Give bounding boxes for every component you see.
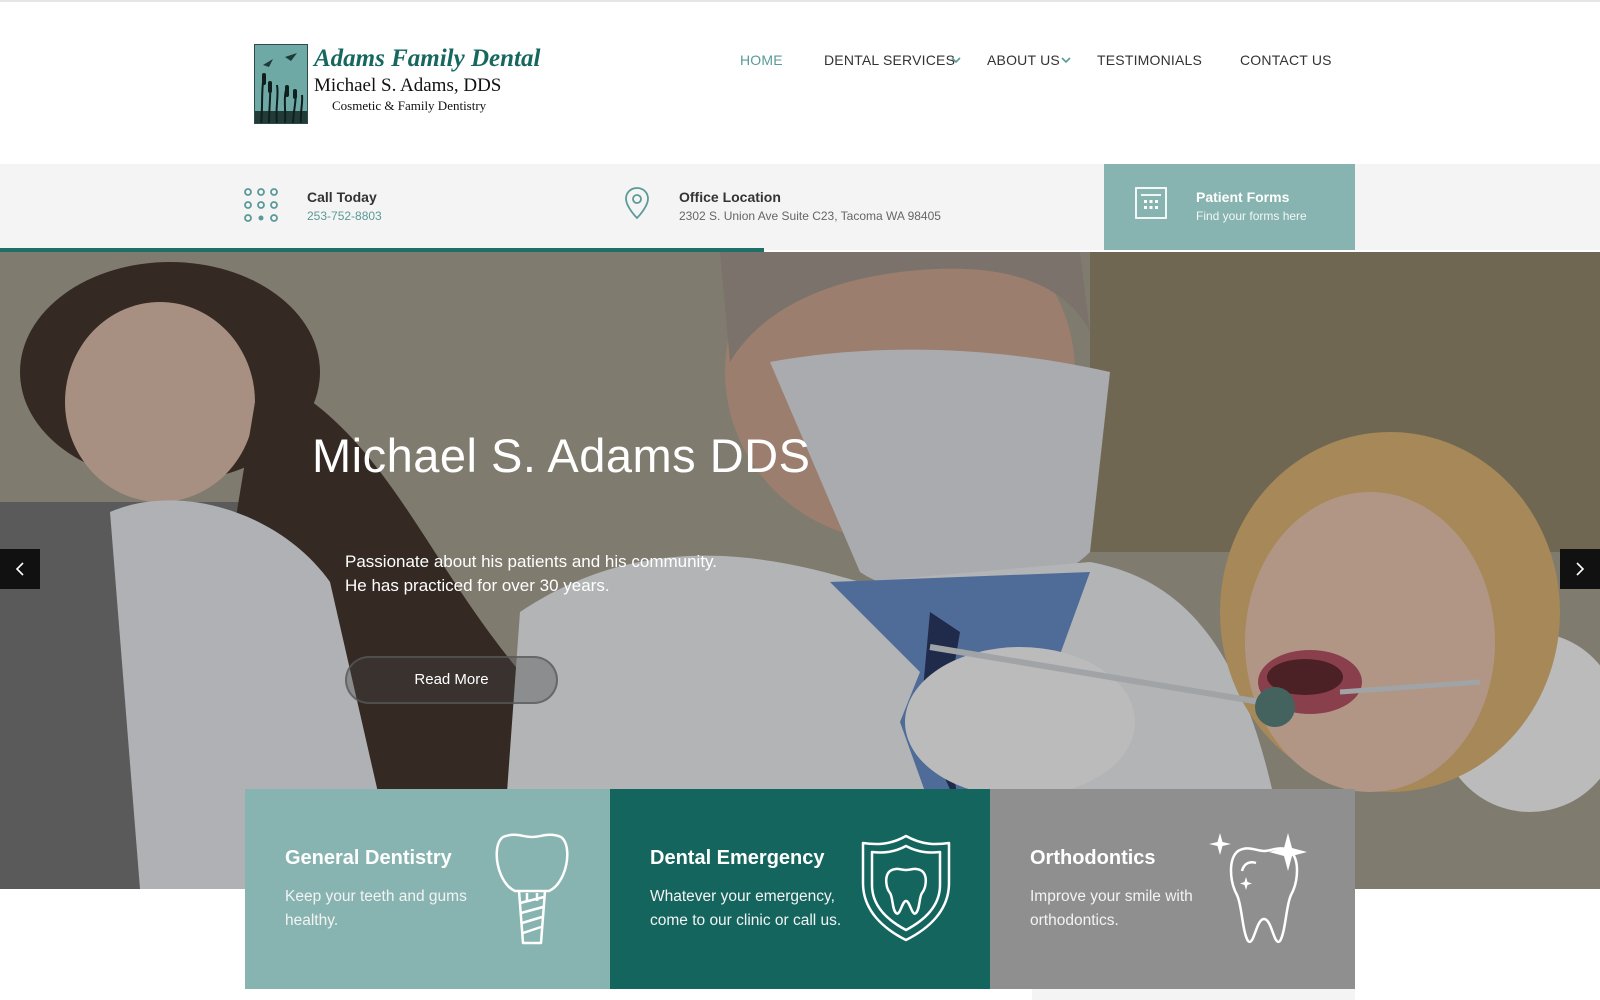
calculator-form-icon bbox=[1135, 187, 1167, 219]
nav-dental-services[interactable]: DENTAL SERVICES bbox=[824, 52, 955, 68]
hero-text-line-2: He has practiced for over 30 years. bbox=[345, 576, 610, 595]
card-text-line-2: come to our clinic or call us. bbox=[650, 912, 842, 929]
slider-next-button[interactable] bbox=[1560, 549, 1600, 589]
slider-prev-button[interactable] bbox=[0, 549, 40, 589]
chevron-down-icon[interactable] bbox=[950, 54, 962, 66]
card-title: Orthodontics bbox=[1030, 847, 1156, 869]
office-address: 2302 S. Union Ave Suite C23, Tacoma WA 9… bbox=[679, 209, 941, 223]
dialpad-icon bbox=[244, 188, 278, 222]
call-today-block: Call Today 253-752-8803 bbox=[244, 164, 604, 250]
nav-testimonials[interactable]: TESTIMONIALS bbox=[1097, 52, 1202, 68]
card-title: General Dentistry bbox=[285, 847, 452, 869]
sparkling-tooth-icon bbox=[1209, 833, 1307, 944]
site-logo[interactable]: Adams Family Dental Michael S. Adams, DD… bbox=[254, 44, 554, 126]
nav-about-us[interactable]: ABOUT US bbox=[987, 52, 1060, 68]
chevron-right-icon bbox=[1576, 562, 1585, 576]
logo-tagline: Cosmetic & Family Dentistry bbox=[332, 98, 487, 113]
bottom-strip bbox=[1032, 989, 1355, 1000]
logo-doctor-name: Michael S. Adams, DDS bbox=[314, 75, 502, 96]
card-text-line-2: orthodontics. bbox=[1030, 912, 1119, 929]
chevron-left-icon bbox=[15, 562, 24, 576]
tooth-implant-icon bbox=[495, 833, 569, 945]
nav-contact-us[interactable]: CONTACT US bbox=[1240, 52, 1332, 68]
read-more-button[interactable]: Read More bbox=[345, 656, 558, 704]
nav-home[interactable]: HOME bbox=[740, 52, 783, 68]
logo-practice-name: Adams Family Dental bbox=[314, 45, 541, 72]
card-text-line-1: Whatever your emergency, bbox=[650, 888, 835, 905]
phone-number-link[interactable]: 253-752-8803 bbox=[307, 209, 382, 223]
tooth-shield-icon bbox=[861, 834, 951, 942]
patient-forms-subtitle: Find your forms here bbox=[1196, 209, 1307, 223]
site-header: Adams Family Dental Michael S. Adams, DD… bbox=[0, 2, 1600, 164]
card-general-dentistry[interactable]: General Dentistry Keep your teeth and gu… bbox=[245, 789, 610, 989]
card-orthodontics[interactable]: Orthodontics Improve your smile with ort… bbox=[990, 789, 1355, 989]
hero-text-line-1: Passionate about his patients and his co… bbox=[345, 552, 718, 571]
logo-cattail-image bbox=[254, 44, 308, 124]
card-text-line-1: Keep your teeth and gums bbox=[285, 888, 467, 905]
patient-forms-button[interactable]: Patient Forms Find your forms here bbox=[1104, 164, 1355, 250]
map-pin-icon bbox=[625, 187, 649, 220]
hero-title: Michael S. Adams DDS bbox=[312, 429, 811, 482]
info-bar: Call Today 253-752-8803 Office Location … bbox=[0, 164, 1600, 250]
office-location-title: Office Location bbox=[679, 189, 781, 205]
card-dental-emergency[interactable]: Dental Emergency Whatever your emergency… bbox=[610, 789, 990, 989]
call-today-title: Call Today bbox=[307, 189, 377, 205]
office-location-block: Office Location 2302 S. Union Ave Suite … bbox=[624, 164, 1044, 250]
patient-forms-title: Patient Forms bbox=[1196, 189, 1290, 205]
chevron-down-icon[interactable] bbox=[1060, 54, 1072, 66]
card-text-line-1: Improve your smile with bbox=[1030, 888, 1193, 905]
card-title: Dental Emergency bbox=[650, 847, 825, 869]
card-text-line-2: healthy. bbox=[285, 912, 339, 929]
